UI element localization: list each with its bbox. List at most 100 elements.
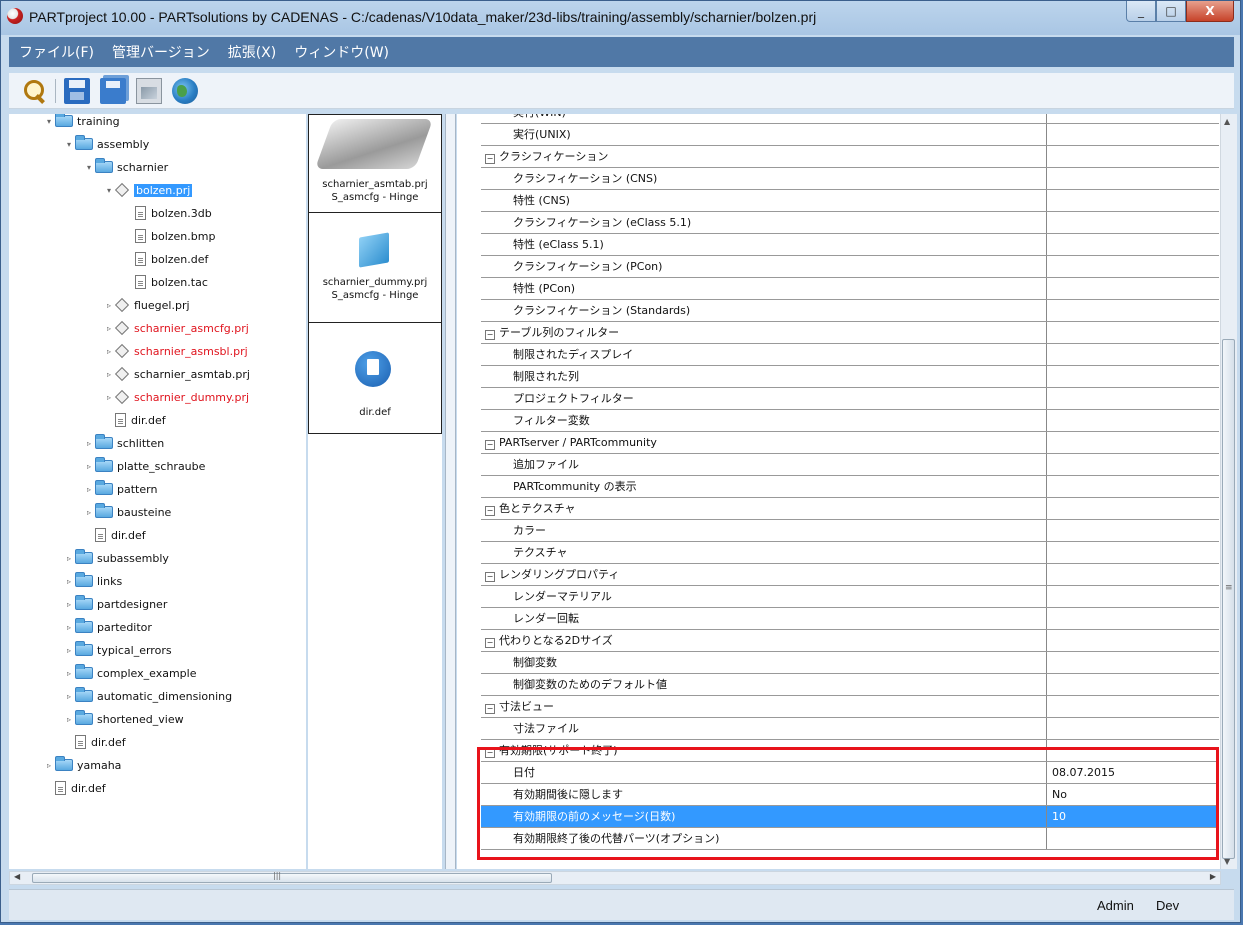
property-group-row[interactable]: − 色とテクスチャ [481, 498, 1219, 520]
property-value[interactable] [1050, 234, 1216, 255]
property-group-row[interactable]: − テーブル列のフィルター [481, 322, 1219, 344]
property-value[interactable]: 08.07.2015 [1050, 762, 1216, 783]
tree-expander-icon[interactable]: ▹ [63, 623, 75, 632]
property-group-row[interactable]: − PARTserver / PARTcommunity [481, 432, 1219, 454]
property-value[interactable] [1050, 652, 1216, 673]
property-value[interactable] [1050, 366, 1216, 387]
collapse-icon[interactable]: − [485, 330, 495, 340]
tree-expander-icon[interactable]: ▹ [83, 508, 95, 517]
property-row[interactable]: レンダーマテリアル [481, 586, 1219, 608]
property-row[interactable]: テクスチャ [481, 542, 1219, 564]
vertical-scrollbar[interactable]: ▲ ▼ [1220, 114, 1237, 869]
scroll-left-icon[interactable]: ◀ [14, 872, 20, 881]
panel-splitter[interactable] [445, 114, 456, 869]
tree-item[interactable]: dir.def [83, 524, 146, 546]
property-value[interactable] [1050, 124, 1216, 145]
property-row[interactable]: クラシフィケーション (eClass 5.1) [481, 212, 1219, 234]
property-value[interactable] [1050, 542, 1216, 563]
property-row[interactable]: 有効期間後に隠します No [481, 784, 1219, 806]
property-value[interactable] [1050, 388, 1216, 409]
property-value[interactable] [1050, 674, 1216, 695]
property-row[interactable]: 有効期限の前のメッセージ(日数) 10 [481, 806, 1219, 828]
property-row[interactable]: フィルター変数 [481, 410, 1219, 432]
collapse-icon[interactable]: − [485, 638, 495, 648]
scroll-down-icon[interactable]: ▼ [1224, 857, 1230, 866]
property-row[interactable]: レンダー回転 [481, 608, 1219, 630]
property-row[interactable]: 有効期限終了後の代替パーツ(オプション) [481, 828, 1219, 850]
tree-expander-icon[interactable]: ▾ [43, 117, 55, 126]
tree-expander-icon[interactable]: ▹ [83, 439, 95, 448]
property-group-row[interactable]: − 代わりとなる2Dサイズ [481, 630, 1219, 652]
preview-tile[interactable]: scharnier_dummy.prj S_asmcfg - Hinge [308, 212, 442, 324]
tree-item[interactable]: ▹ shortened_view [63, 708, 184, 730]
property-value[interactable] [1050, 212, 1216, 233]
property-value[interactable] [1050, 586, 1216, 607]
tree-expander-icon[interactable]: ▾ [63, 140, 75, 149]
property-row[interactable]: 特性 (eClass 5.1) [481, 234, 1219, 256]
property-row[interactable]: 追加ファイル [481, 454, 1219, 476]
property-value[interactable] [1050, 146, 1216, 167]
property-value[interactable] [1050, 696, 1216, 717]
tree-item[interactable]: ▹ subassembly [63, 547, 169, 569]
tree-expander-icon[interactable]: ▹ [63, 577, 75, 586]
tree-item[interactable]: ▾ bolzen.prj [103, 179, 193, 201]
property-value[interactable] [1050, 608, 1216, 629]
horizontal-scroll-thumb[interactable] [32, 871, 552, 883]
tree-item[interactable]: bolzen.tac [123, 271, 208, 293]
property-row[interactable]: PARTcommunity の表示 [481, 476, 1219, 498]
property-value[interactable] [1050, 564, 1216, 585]
preview-tile[interactable]: dir.def [308, 322, 442, 434]
tree-item[interactable]: ▾ training [43, 114, 120, 132]
scroll-up-icon[interactable]: ▲ [1224, 117, 1230, 126]
property-row[interactable]: カラー [481, 520, 1219, 542]
property-value[interactable] [1050, 114, 1216, 123]
tree-expander-icon[interactable]: ▹ [63, 669, 75, 678]
save-icon[interactable] [64, 77, 90, 104]
tree-item[interactable]: ▹ scharnier_asmsbl.prj [103, 340, 248, 362]
tree-expander-icon[interactable]: ▹ [63, 646, 75, 655]
property-value[interactable] [1050, 520, 1216, 541]
collapse-icon[interactable]: − [485, 748, 495, 758]
tree-expander-icon[interactable]: ▹ [103, 324, 115, 333]
tree-item[interactable]: ▾ assembly [63, 133, 149, 155]
property-group-row[interactable]: − 寸法ビュー [481, 696, 1219, 718]
property-row[interactable]: 制限された列 [481, 366, 1219, 388]
tree-expander-icon[interactable]: ▹ [103, 393, 115, 402]
horizontal-scrollbar[interactable]: ◀ ▶ [9, 871, 1221, 885]
collapse-icon[interactable]: − [485, 572, 495, 582]
property-value[interactable] [1050, 630, 1216, 651]
property-row[interactable]: 制限されたディスプレイ [481, 344, 1219, 366]
tree-item[interactable]: ▹ parteditor [63, 616, 152, 638]
project-tree[interactable]: ▾ training ▾ assembly ▾ scharnier ▾ bolzen.prj b… [9, 114, 306, 869]
maximize-button[interactable]: □ [1156, 1, 1186, 22]
property-row[interactable]: 寸法ファイル [481, 718, 1219, 740]
tree-expander-icon[interactable]: ▹ [103, 347, 115, 356]
tree-item[interactable]: ▹ scharnier_asmtab.prj [103, 363, 250, 385]
collapse-icon[interactable]: − [485, 154, 495, 164]
tree-item[interactable]: ▹ platte_schraube [83, 455, 205, 477]
tree-expander-icon[interactable]: ▹ [83, 462, 95, 471]
tree-expander-icon[interactable]: ▹ [63, 600, 75, 609]
property-row[interactable]: 実行(WIN) [481, 114, 1219, 124]
menu-window[interactable]: ウィンドウ(W) [294, 42, 389, 62]
property-row[interactable]: 実行(UNIX) [481, 124, 1219, 146]
tree-item[interactable]: dir.def [63, 731, 126, 753]
tree-expander-icon[interactable]: ▹ [63, 554, 75, 563]
property-row[interactable]: 制御変数 [481, 652, 1219, 674]
tree-item[interactable]: bolzen.3db [123, 202, 212, 224]
property-row[interactable]: クラシフィケーション (CNS) [481, 168, 1219, 190]
globe-icon[interactable] [172, 77, 198, 104]
image-icon[interactable] [136, 77, 162, 104]
property-row[interactable]: 特性 (CNS) [481, 190, 1219, 212]
tree-item[interactable]: ▹ bausteine [83, 501, 171, 523]
preview-tile[interactable]: scharnier_asmtab.prj S_asmcfg - Hinge [308, 114, 442, 214]
tree-item[interactable]: ▾ scharnier [83, 156, 168, 178]
tree-expander-icon[interactable]: ▹ [43, 761, 55, 770]
collapse-icon[interactable]: − [485, 440, 495, 450]
save-all-icon[interactable] [100, 77, 126, 104]
property-row[interactable]: クラシフィケーション (PCon) [481, 256, 1219, 278]
tree-item[interactable]: bolzen.def [123, 248, 208, 270]
tree-expander-icon[interactable]: ▹ [103, 301, 115, 310]
property-row[interactable]: プロジェクトフィルター [481, 388, 1219, 410]
scroll-right-icon[interactable]: ▶ [1210, 872, 1216, 881]
